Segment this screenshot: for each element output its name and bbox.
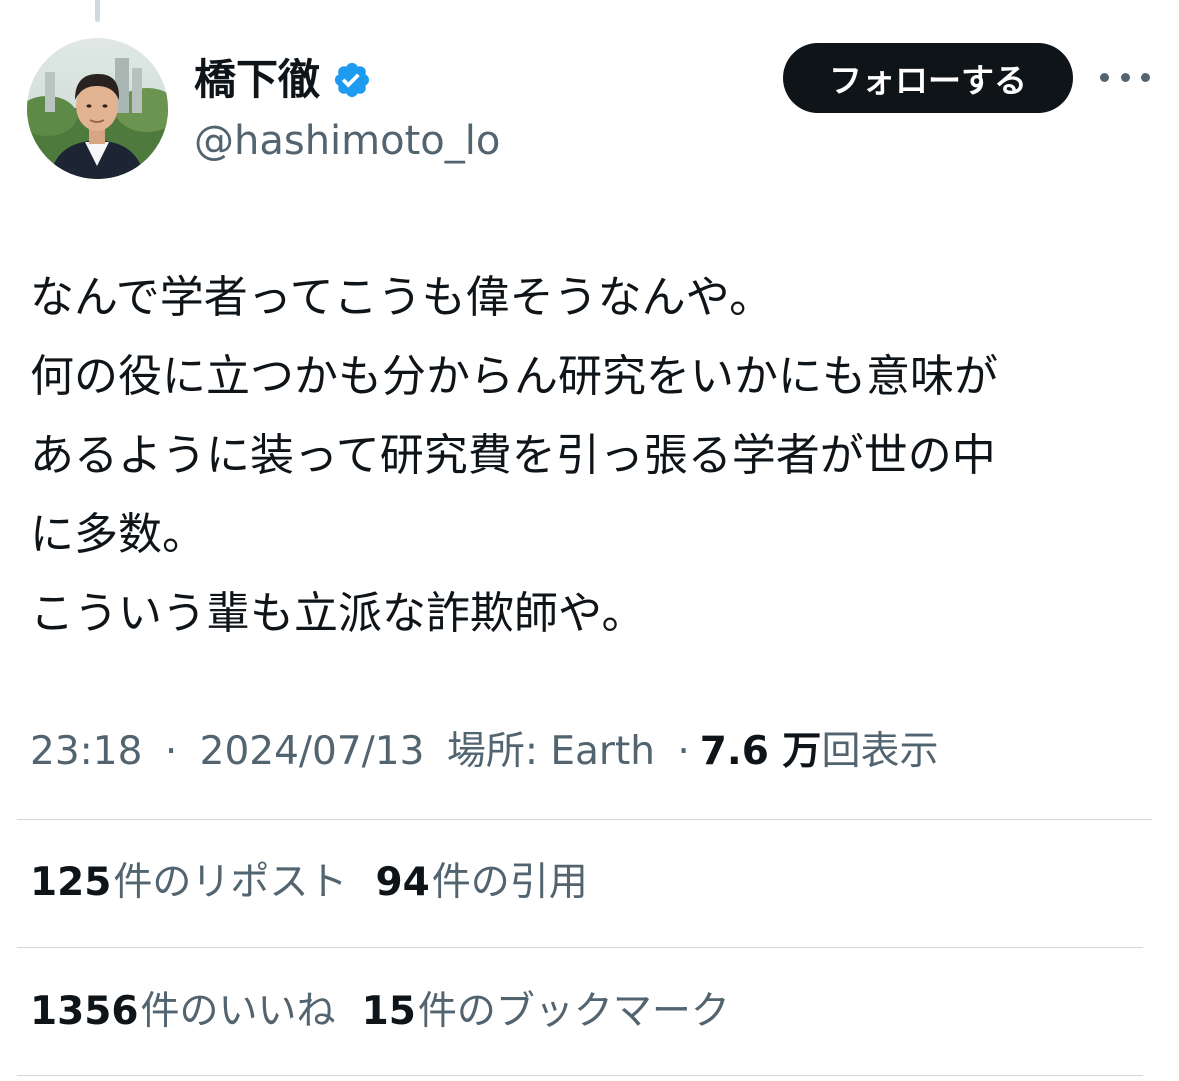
reposts-label: 件のリポスト xyxy=(113,860,348,905)
engagement-row-1: 125 件のリポスト 94 件の引用 xyxy=(30,853,588,913)
tweet-detail: 橋下徹 @hashimoto_lo フォローする なんで学者ってこうも偉そうなん… xyxy=(0,0,1179,1081)
bookmarks-stat[interactable]: 15 件のブックマーク xyxy=(362,982,730,1042)
tweet-line: 何の役に立つかも分からん研究をいかにも意味が xyxy=(30,351,998,402)
follow-button[interactable]: フォローする xyxy=(783,43,1073,113)
dot xyxy=(1141,72,1150,82)
divider xyxy=(17,947,1143,948)
verified-badge-icon xyxy=(332,60,372,100)
tweet-text: なんで学者ってこうも偉そうなんや。 何の役に立つかも分からん研究をいかにも意味が… xyxy=(30,258,1155,653)
display-name-row: 橋下徹 xyxy=(194,52,372,108)
profile-photo xyxy=(27,38,168,179)
quotes-label: 件の引用 xyxy=(431,860,588,905)
quotes-stat[interactable]: 94 件の引用 xyxy=(375,853,587,913)
separator: · xyxy=(677,729,690,774)
thread-connector-line xyxy=(95,0,100,22)
bookmarks-count: 15 xyxy=(361,989,416,1034)
tweet-date[interactable]: 2024/07/13 xyxy=(200,729,425,774)
views-count: 7.6 万 xyxy=(699,729,822,774)
tweet-line: こういう輩も立派な詐欺師や。 xyxy=(30,588,646,639)
avatar[interactable] xyxy=(27,38,168,179)
tweet-line: なんで学者ってこうも偉そうなんや。 xyxy=(30,272,774,323)
separator: · xyxy=(164,729,178,774)
tweet-line: あるように装って研究費を引っ張る学者が世の中 xyxy=(30,430,996,481)
location: 場所: Earth xyxy=(446,729,655,774)
tweet-meta: 23:18 · 2024/07/13 場所: Earth · 7.6 万回表示 xyxy=(30,722,938,782)
display-name[interactable]: 橋下徹 xyxy=(194,59,320,101)
more-horizontal-icon[interactable] xyxy=(1100,62,1150,92)
tweet-line: に多数。 xyxy=(30,509,206,560)
divider xyxy=(17,1075,1143,1076)
likes-count: 1356 xyxy=(30,989,139,1034)
reposts-stat[interactable]: 125 件のリポスト xyxy=(30,853,347,913)
user-handle[interactable]: @hashimoto_lo xyxy=(194,113,500,169)
dot xyxy=(1100,72,1109,82)
quotes-count: 94 xyxy=(375,860,430,905)
views-label: 回表示 xyxy=(821,729,939,774)
likes-label: 件のいいね xyxy=(140,989,336,1034)
bookmarks-label: 件のブックマーク xyxy=(417,989,730,1034)
tweet-time[interactable]: 23:18 xyxy=(30,729,142,774)
divider xyxy=(17,819,1152,820)
engagement-row-2: 1356 件のいいね 15 件のブックマーク xyxy=(30,982,730,1042)
dot xyxy=(1120,72,1130,82)
likes-stat[interactable]: 1356 件のいいね xyxy=(30,982,336,1042)
reposts-count: 125 xyxy=(30,860,112,905)
